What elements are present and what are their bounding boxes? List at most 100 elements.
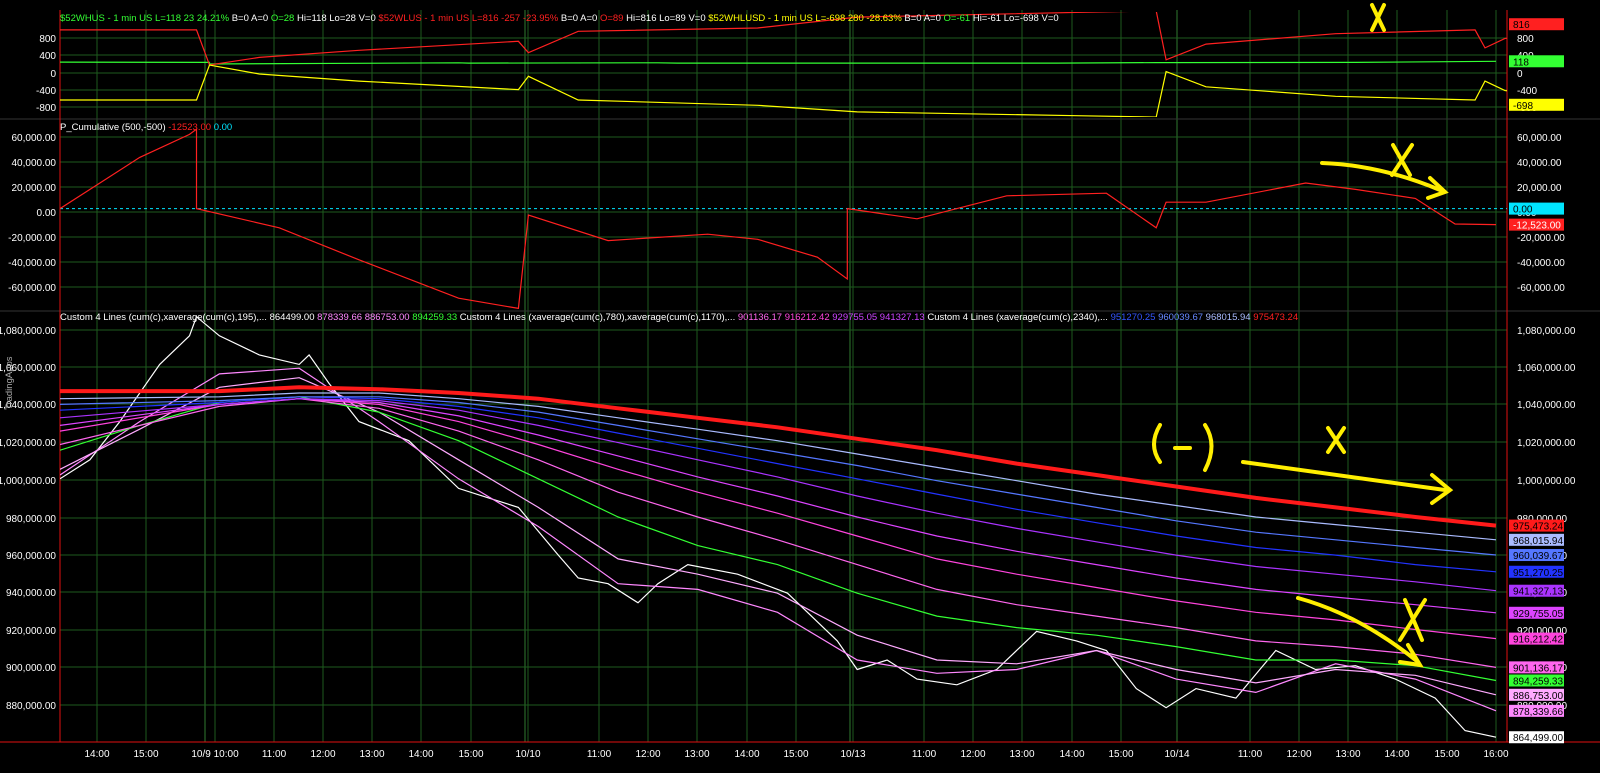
y-tick-label-right: 1,080,000.00 [1517,326,1576,337]
header-segment: O=89 [600,13,626,24]
trading-chart: 80080040040000-400-400-800-80060,000.006… [0,3,1600,760]
x-tick-label: 14:00 [734,749,759,760]
last-value-label: 886,753.00 [1513,691,1563,702]
y-tick-label-left: -40,000.00 [8,258,56,269]
x-tick-label: 15:00 [458,749,483,760]
x-tick-label: 15:00 [783,749,808,760]
annotation-arrow-upper [1320,161,1442,192]
y-tick-label-left: 1,020,000.00 [0,438,56,449]
y-tick-label-left: 960,000.00 [6,551,56,562]
y-tick-label-right: -60,000.00 [1517,283,1565,294]
last-value-label: 864,499.00 [1513,733,1563,744]
y-tick-label-right: 0 [1517,69,1523,80]
series-line [60,398,1497,668]
x-tick-label: 10/14 [1164,749,1189,760]
y-tick-label-left: -400 [36,86,56,97]
pane1-header: $52WHUS - 1 min US L=118 23 24.21% B=0 A… [60,13,1059,24]
y-tick-label-left: -20,000.00 [8,233,56,244]
header-segment: 951270.25 [1111,312,1159,323]
header-segment: 968015.94 [1206,312,1254,323]
y-tick-label-right: -40,000.00 [1517,258,1565,269]
header-segment: O=-61 [944,13,973,24]
y-tick-label-left: -60,000.00 [8,283,56,294]
last-value-label: -698 [1513,101,1533,112]
x-tick-label: 14:00 [1059,749,1084,760]
x-tick-label: 10/13 [840,749,865,760]
y-tick-label-right: 1,000,000.00 [1517,476,1576,487]
x-tick-label: 11:00 [1238,749,1263,760]
header-segment: $52WHLUSD - 1 min US L=-698 280 -28.63% [708,13,904,24]
y-tick-label-right: 1,020,000.00 [1517,438,1576,449]
last-value-label: 816 [1513,20,1530,31]
header-segment: P_Cumulative (500,-500) [60,122,168,133]
series-line [60,398,1497,640]
series-line [60,396,1497,682]
y-tick-label-left: 40,000.00 [12,158,57,169]
header-segment: 916212.42 [785,312,833,323]
series-line [60,385,1497,528]
header-segment: 941327.13 [880,312,928,323]
annotation-group [1152,3,1454,668]
y-tick-label-left: 940,000.00 [6,588,56,599]
y-tick-label-right: 800 [1517,34,1534,45]
x-tick-label: 13:00 [1335,749,1360,760]
y-tick-label-right: -400 [1517,86,1537,97]
x-tick-label: 14:00 [408,749,433,760]
header-segment: $52WLUS - 1 min US L=816 -257 -23.95% [378,13,560,24]
header-segment: 878339.66 [317,312,365,323]
last-value-label: 118 [1513,57,1529,68]
y-tick-label-left: 0.00 [37,208,57,219]
pane3-header: Custom 4 Lines (cum(c),xaverage(cum(c),1… [60,312,1298,323]
last-value-label: 960,039.67 [1513,551,1563,562]
x-tick-label: 14:00 [84,749,109,760]
header-segment: 975473.24 [1253,312,1298,323]
x-tick-label: 11:00 [587,749,612,760]
series-line [60,128,1497,309]
header-segment: 864499.00 [270,312,318,323]
header-segment: 894259.33 [412,312,460,323]
header-segment: Hi=816 Lo=89 V=0 [626,13,708,24]
annotation-paren-left [1152,423,1162,464]
y-tick-label-right: 60,000.00 [1517,133,1562,144]
y-tick-label-left: 800 [39,34,56,45]
y-tick-label-left: -800 [36,103,56,114]
header-segment: $52WHUS - 1 min US L=118 23 24.21% [60,13,232,24]
x-tick-label: 14:00 [1384,749,1409,760]
last-value-label: 941,327.13 [1513,587,1563,598]
last-value-label: 929,755.05 [1513,609,1563,620]
header-segment: O=28 [271,13,297,24]
x-tick-label: 12:00 [1286,749,1311,760]
x-tick-label: 11:00 [912,749,937,760]
header-segment: B=0 A=0 [232,13,271,24]
header-segment: 901136.17 [738,312,785,323]
x-tick-label: 12:00 [960,749,985,760]
header-segment: Custom 4 Lines (xaverage(cum(c),780),xav… [460,312,738,323]
header-segment: B=0 A=0 [561,13,600,24]
y-tick-label-left: 900,000.00 [6,663,56,674]
y-tick-label-left: 920,000.00 [6,626,56,637]
last-value-label: 878,339.66 [1513,707,1563,718]
x-tick-label: 10/9 10:00 [191,749,239,760]
x-tick-label: 15:00 [133,749,158,760]
last-value-label: 968,015.94 [1513,536,1563,547]
y-tick-label-left: 880,000.00 [6,701,56,712]
zero-value-label: 0.00 [1513,205,1533,216]
y-tick-label-left: 60,000.00 [12,133,57,144]
header-segment: 886753.00 [365,312,413,323]
last-value-label: 916,212.42 [1513,635,1563,646]
header-segment: Custom 4 Lines (xaverage(cum(c),2340),..… [927,312,1110,323]
last-value-label: -12,523.00 [1513,221,1561,232]
x-tick-label: 13:00 [684,749,709,760]
last-value-label: 975,473.24 [1513,522,1563,533]
x-tick-label: 13:00 [1009,749,1034,760]
y-tick-label-left: 0 [50,69,56,80]
x-tick-label: 10/10 [515,749,540,760]
y-tick-label-right: 40,000.00 [1517,158,1562,169]
x-tick-label: 15:00 [1108,749,1133,760]
y-tick-label-left: 980,000.00 [6,514,56,525]
series-line [60,377,1497,696]
series-line [60,60,1497,65]
y-tick-label-left: 1,080,000.00 [0,326,56,337]
series-line [60,396,1497,573]
last-value-label: 894,259.33 [1513,676,1563,687]
